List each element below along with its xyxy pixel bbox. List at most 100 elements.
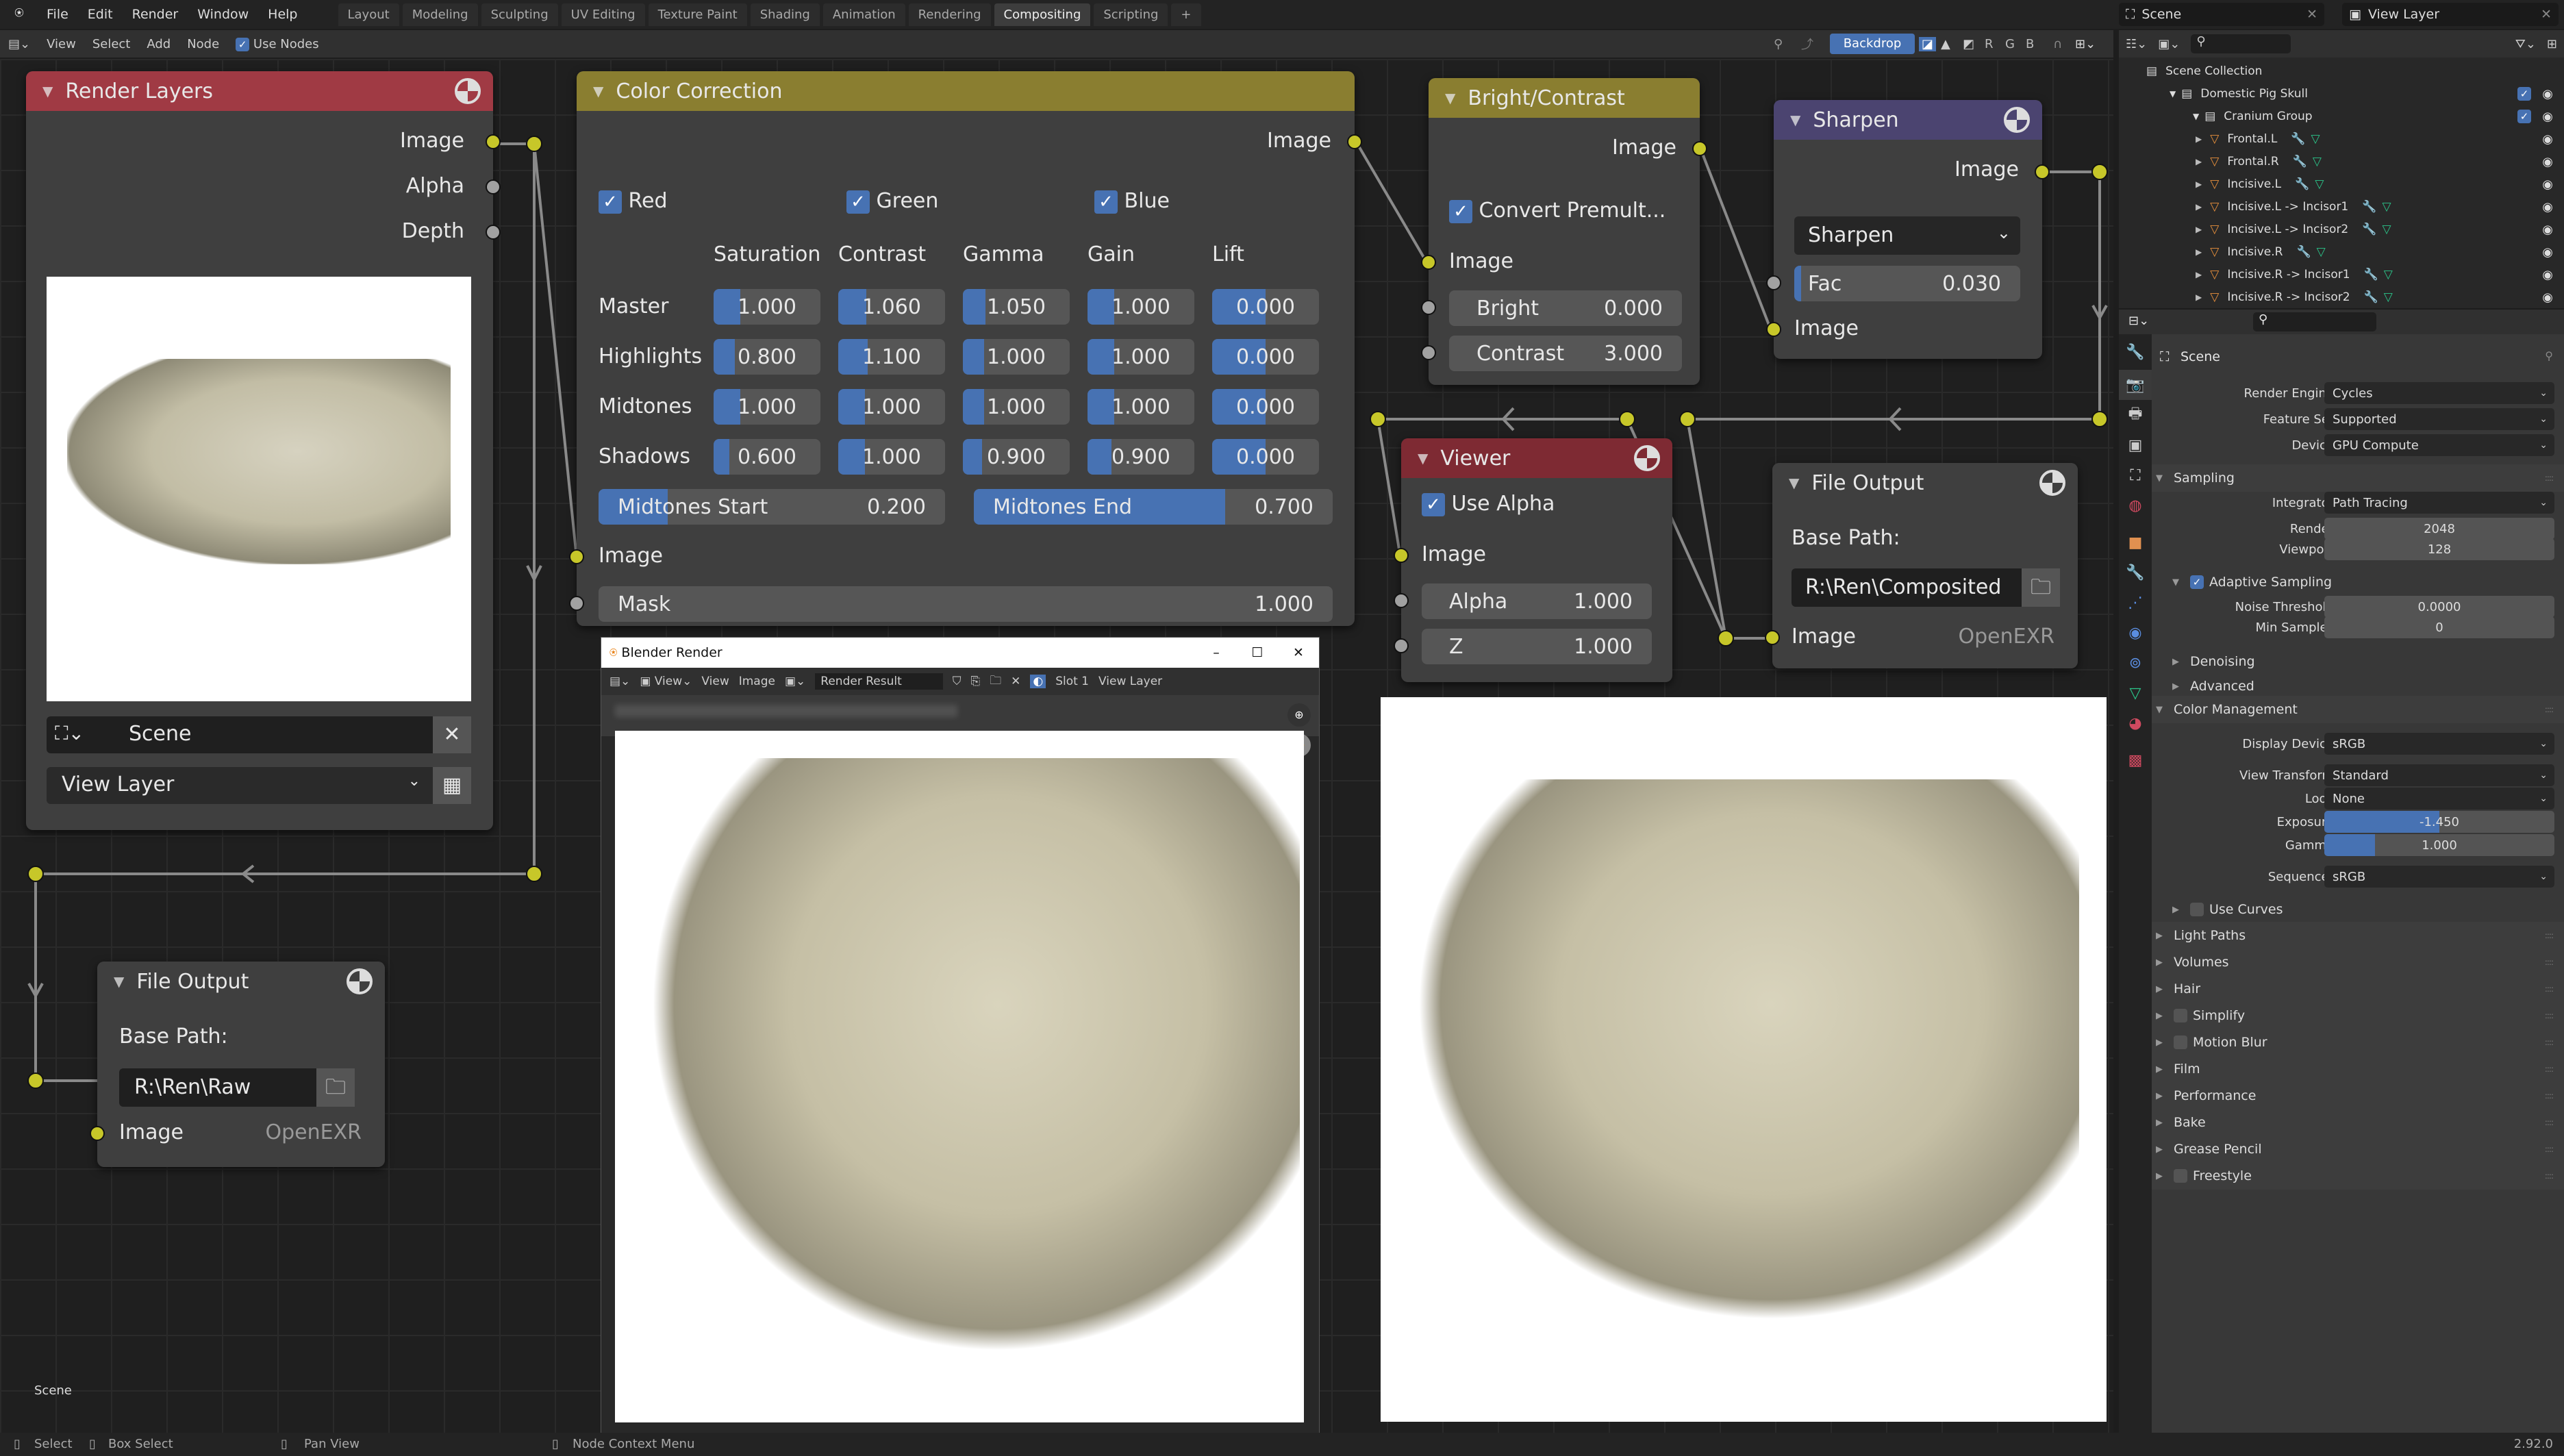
editor-type-icon[interactable]: ▤⌄ bbox=[0, 37, 38, 51]
value-slider[interactable]: 1.000 bbox=[714, 289, 820, 325]
backdrop-color-alpha-icon[interactable]: ◩ bbox=[1963, 37, 1974, 51]
panel-header[interactable]: ▶ Motion Blur:::: bbox=[2152, 1029, 2564, 1056]
expand-icon[interactable]: ▼ bbox=[2170, 89, 2176, 99]
channel-b[interactable]: B bbox=[2026, 37, 2034, 51]
value-slider[interactable]: 1.100 bbox=[838, 339, 945, 375]
output-socket-depth[interactable] bbox=[486, 225, 501, 240]
value-slider[interactable]: 0.000 bbox=[1212, 389, 1319, 425]
drag-handle-icon[interactable]: :::: bbox=[2545, 984, 2554, 994]
drag-handle-icon[interactable]: :::: bbox=[2545, 1091, 2554, 1101]
menu-select[interactable]: Select bbox=[84, 37, 139, 51]
collapse-icon[interactable]: ▼ bbox=[1418, 450, 1428, 466]
expand-icon[interactable]: ▶ bbox=[2196, 225, 2202, 234]
view-layer-selector[interactable]: ▣ View Layer ✕ bbox=[2342, 3, 2559, 26]
sharpen-mode-dropdown[interactable]: Sharpen ⌄ bbox=[1794, 216, 2020, 255]
parent-icon[interactable]: ⤴ bbox=[1801, 35, 1813, 53]
image-browse-icon[interactable]: ▣⌄ bbox=[785, 675, 805, 688]
outliner-object[interactable]: ▶ ▽ Frontal.L 🔧 ▽ ◉ bbox=[2119, 128, 2564, 150]
mask-field[interactable]: Mask 1.000 bbox=[599, 586, 1333, 622]
data-tab-icon[interactable]: ▽ bbox=[2119, 678, 2152, 708]
device-dropdown[interactable]: GPU Compute ⌄ bbox=[2324, 434, 2554, 456]
blender-logo-icon[interactable]: ⍟ bbox=[10, 5, 29, 24]
view-layer-icon[interactable]: ▣⌄ bbox=[2158, 37, 2180, 51]
panel-checkbox[interactable] bbox=[2174, 1035, 2187, 1049]
preview-toggle-icon[interactable] bbox=[2039, 470, 2065, 496]
window-titlebar[interactable]: ⍟ Blender Render – ☐ ✕ bbox=[601, 638, 1319, 668]
drag-handle-icon[interactable]: :::: bbox=[2545, 1064, 2554, 1074]
use-nodes-toggle[interactable]: ✓ Use Nodes bbox=[227, 37, 327, 51]
eye-icon[interactable]: ◉ bbox=[2542, 245, 2553, 260]
menu-edit[interactable]: Edit bbox=[78, 7, 123, 22]
panel-header[interactable]: ▶ Grease Pencil:::: bbox=[2152, 1135, 2564, 1163]
drag-handle-icon[interactable]: :::: bbox=[2545, 473, 2554, 483]
expand-icon[interactable]: ▶ bbox=[2196, 157, 2202, 166]
panel-header[interactable]: ▶ Simplify:::: bbox=[2152, 1002, 2564, 1029]
eye-icon[interactable]: ◉ bbox=[2542, 132, 2553, 147]
value-slider[interactable]: 1.000 bbox=[963, 389, 1070, 425]
exclude-checkbox[interactable]: ✓ bbox=[2517, 87, 2531, 101]
panel-header[interactable]: ▶ Performance:::: bbox=[2152, 1082, 2564, 1109]
preview-toggle-icon[interactable] bbox=[455, 78, 481, 104]
drag-handle-icon[interactable]: :::: bbox=[2545, 1038, 2554, 1047]
close-button[interactable]: ✕ bbox=[1278, 645, 1319, 660]
menu-add[interactable]: Add bbox=[138, 37, 179, 51]
layer-dropdown[interactable]: View Layer bbox=[1098, 675, 1162, 688]
eye-icon[interactable]: ◉ bbox=[2542, 200, 2553, 214]
panel-header[interactable]: ▶ Bake:::: bbox=[2152, 1109, 2564, 1136]
value-slider[interactable]: 0.900 bbox=[963, 439, 1070, 475]
pin-icon[interactable]: ⚲ bbox=[2545, 349, 2553, 362]
panel-checkbox[interactable] bbox=[2174, 1009, 2187, 1022]
expand-icon[interactable]: ▶ bbox=[2196, 134, 2202, 144]
value-slider[interactable]: 0.800 bbox=[714, 339, 820, 375]
node-header[interactable]: ▼ Color Correction bbox=[577, 71, 1355, 111]
modifier-tab-icon[interactable]: 🔧 bbox=[2119, 557, 2152, 588]
eye-icon[interactable]: ◉ bbox=[2542, 290, 2553, 305]
value-slider[interactable]: 0.000 bbox=[1212, 339, 1319, 375]
tab-modeling[interactable]: Modeling bbox=[402, 3, 478, 26]
value-slider[interactable]: 1.000 bbox=[714, 389, 820, 425]
display-device-dropdown[interactable]: sRGB ⌄ bbox=[2324, 733, 2554, 755]
input-socket-image[interactable] bbox=[1421, 255, 1436, 270]
node-header[interactable]: ▼ Sharpen bbox=[1774, 100, 2042, 140]
collapse-icon[interactable]: ▼ bbox=[42, 83, 53, 99]
collapse-icon[interactable]: ▼ bbox=[1445, 90, 1455, 106]
eye-icon[interactable]: ◉ bbox=[2542, 177, 2553, 192]
slot-dropdown[interactable]: Slot 1 bbox=[1055, 675, 1089, 688]
use-alpha-checkbox[interactable]: ✓ Use Alpha bbox=[1422, 492, 1555, 516]
input-socket-image[interactable] bbox=[569, 549, 584, 564]
outliner-object[interactable]: ▶ ▽ Incisive.R -> Incisor1 🔧 ▽ ◉ bbox=[2119, 264, 2564, 286]
panel-header[interactable]: ▶ Volumes:::: bbox=[2152, 949, 2564, 976]
viewer-node[interactable]: ▼ Viewer ✓ Use Alpha Image Alpha 1.000 Z… bbox=[1394, 438, 1672, 682]
collapse-icon[interactable]: ▼ bbox=[114, 973, 124, 990]
value-slider[interactable]: 0.900 bbox=[1088, 439, 1194, 475]
fake-user-icon[interactable]: ⛉ bbox=[953, 675, 962, 688]
sharpen-node[interactable]: ▼ Sharpen Image Sharpen ⌄ Fac 0.030 Imag… bbox=[1766, 100, 2050, 359]
outliner-search-input[interactable]: ⚲ bbox=[2191, 34, 2291, 53]
editor-type-icon[interactable]: ▤⌄ bbox=[609, 675, 630, 688]
integrator-dropdown[interactable]: Path Tracing ⌄ bbox=[2324, 492, 2554, 514]
close-icon[interactable]: ✕ bbox=[2307, 7, 2317, 22]
menu-node[interactable]: Node bbox=[179, 37, 227, 51]
collapse-icon[interactable]: ▼ bbox=[1789, 475, 1799, 491]
outliner-object[interactable]: ▶ ▽ Incisive.R -> Incisor2 🔧 ▽ ◉ bbox=[2119, 286, 2564, 308]
use-curves-checkbox[interactable] bbox=[2190, 903, 2204, 916]
output-socket-alpha[interactable] bbox=[486, 179, 501, 194]
panel-checkbox[interactable] bbox=[2174, 1169, 2187, 1183]
backdrop-alpha-icon[interactable]: ▲ bbox=[1941, 37, 1950, 51]
tab-texture-paint[interactable]: Texture Paint bbox=[648, 3, 747, 26]
value-slider[interactable]: 0.000 bbox=[1212, 289, 1319, 325]
outliner-item[interactable]: ▤ Scene Collection bbox=[2119, 60, 2564, 82]
value-slider[interactable]: 1.000 bbox=[1088, 289, 1194, 325]
display-channels-icon[interactable]: ◐ bbox=[1030, 675, 1046, 688]
expand-icon[interactable]: ▼ bbox=[2193, 112, 2199, 121]
input-socket-contrast[interactable] bbox=[1421, 345, 1436, 360]
node-header[interactable]: ▼ File Output bbox=[97, 962, 385, 1001]
tool-tab-icon[interactable]: 🔧 bbox=[2119, 337, 2152, 367]
close-icon[interactable]: ✕ bbox=[2541, 7, 2552, 22]
output-socket-image[interactable] bbox=[1347, 134, 1362, 149]
render-layers-node[interactable]: ▼ Render Layers Image Alpha Depth ⛶⌄ Sce… bbox=[26, 71, 501, 830]
menu-view[interactable]: View bbox=[38, 37, 84, 51]
input-socket-z[interactable] bbox=[1394, 638, 1409, 653]
base-path-input[interactable]: R:\Ren\Raw 🗀 bbox=[119, 1068, 355, 1107]
value-slider[interactable]: 1.000 bbox=[838, 439, 945, 475]
